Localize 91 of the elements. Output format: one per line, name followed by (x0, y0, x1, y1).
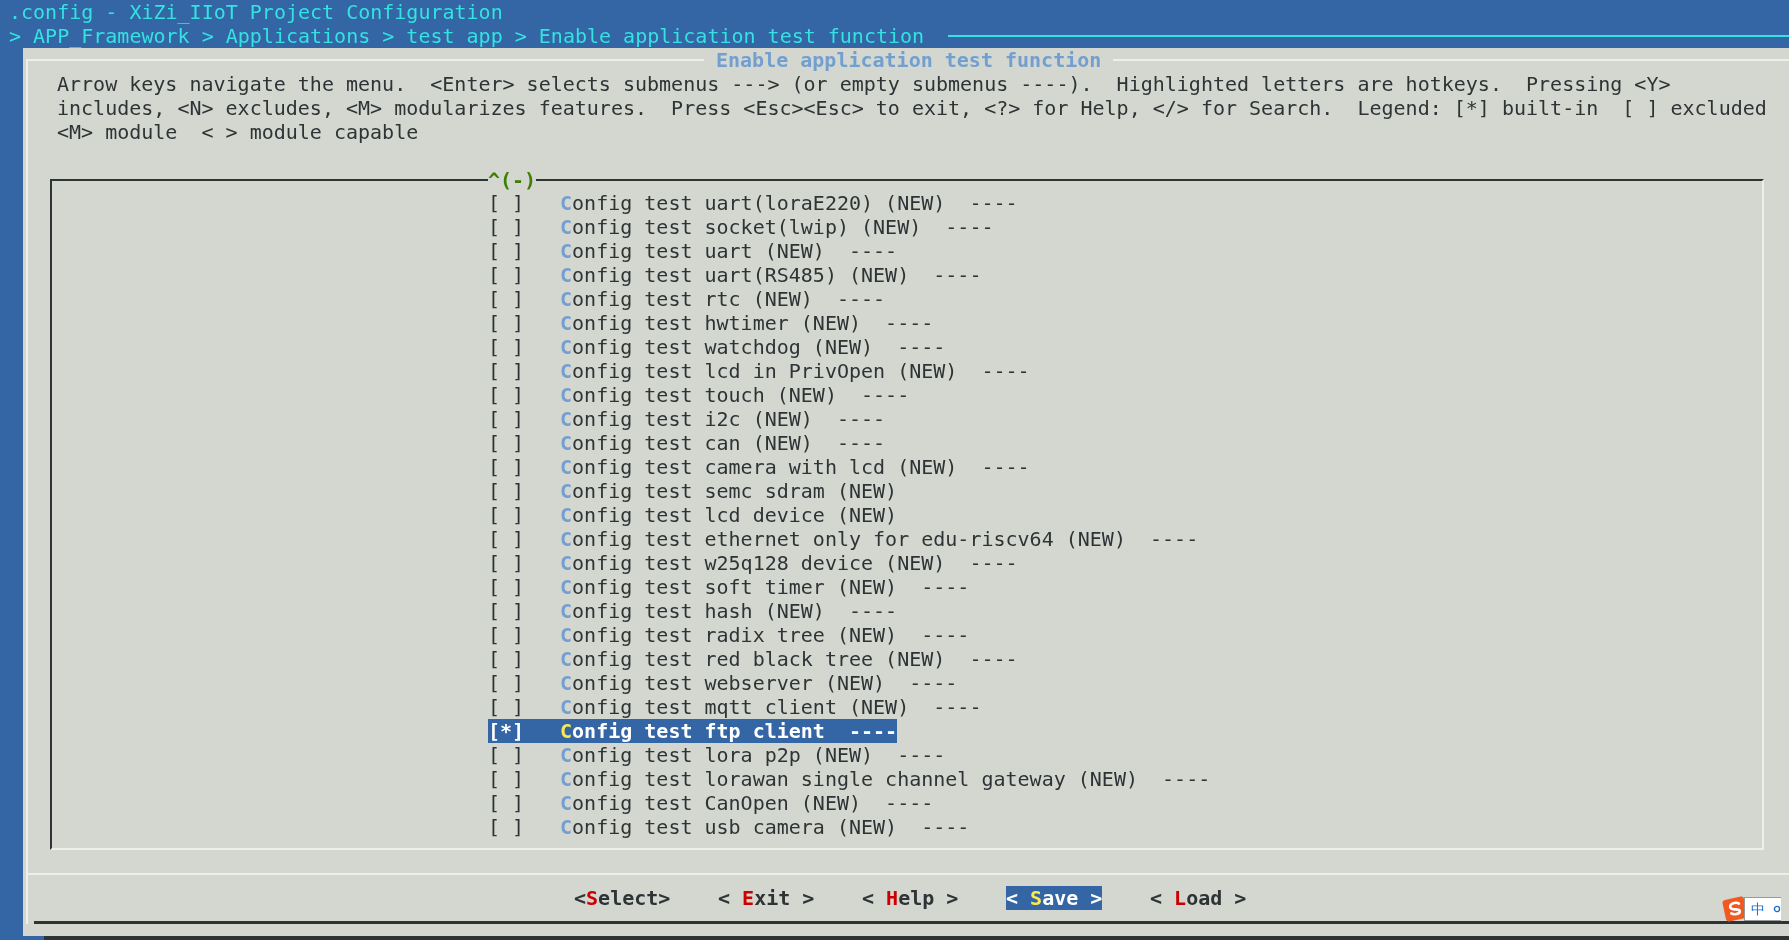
checkbox[interactable]: [ ] (488, 191, 524, 216)
checkbox[interactable]: [ ] (488, 359, 524, 384)
checkbox[interactable]: [ ] (488, 623, 524, 648)
checkbox[interactable]: [ ] (488, 647, 524, 672)
checkbox[interactable]: [ ] (488, 383, 524, 408)
menu-item[interactable]: [ ] Config test ethernet only for edu-riscv64 (NEW) ---- (488, 527, 1199, 552)
item-label: Config test semc sdram (NEW) (560, 479, 898, 504)
checkbox[interactable]: [ ] (488, 239, 524, 264)
menu-item[interactable]: [ ] Config test i2c (NEW) ---- (488, 407, 886, 432)
menu-item[interactable]: [*] Config test ftp client ---- (488, 719, 898, 744)
window-title: .config - XiZi_IIoT Project Configuration (8, 0, 504, 24)
checkbox[interactable]: [ ] (488, 695, 524, 720)
dialog-button[interactable]: < Save > (1006, 886, 1103, 911)
checkbox[interactable]: [ ] (488, 671, 524, 696)
menu-item[interactable]: [ ] Config test uart(loraE220) (NEW) ---- (488, 191, 1018, 216)
dialog-button[interactable]: < Load > (1150, 886, 1247, 911)
item-label: Config test ethernet only for edu-riscv64 (NEW) ---- (560, 527, 1199, 552)
menu-item[interactable]: [ ] Config test uart (NEW) ---- (488, 239, 898, 264)
item-label: Config test usb camera (NEW) ---- (560, 815, 970, 840)
item-label: Config test rtc (NEW) ---- (560, 287, 886, 312)
checkbox[interactable]: [ ] (488, 335, 524, 360)
menu-item[interactable]: [ ] Config test lorawan single channel gateway (NEW) ---- (488, 767, 1211, 792)
item-label: Config test red black tree (NEW) ---- (560, 647, 1018, 672)
checkbox[interactable]: [ ] (488, 599, 524, 624)
menu-item[interactable]: [ ] Config test lcd device (NEW) (488, 503, 898, 528)
dialog-button[interactable]: < Exit > (718, 886, 815, 911)
item-label: Config test i2c (NEW) ---- (560, 407, 886, 432)
menu-item[interactable]: [ ] Config test touch (NEW) ---- (488, 383, 910, 408)
item-label: Config test socket(lwip) (NEW) ---- (560, 215, 994, 240)
menu-item[interactable]: [ ] Config test hash (NEW) ---- (488, 599, 898, 624)
menu-item[interactable]: [ ] Config test camera with lcd (NEW) ---- (488, 455, 1030, 480)
menu-item[interactable]: [ ] Config test soft timer (NEW) ---- (488, 575, 970, 600)
checkbox[interactable]: [ ] (488, 551, 524, 576)
item-label: Config test uart(loraE220) (NEW) ---- (560, 191, 1018, 216)
menu-item[interactable]: [ ] Config test hwtimer (NEW) ---- (488, 311, 934, 336)
checkbox[interactable]: [ ] (488, 503, 524, 528)
item-label: Config test lcd device (NEW) (560, 503, 898, 528)
menu-item[interactable]: [ ] Config test rtc (NEW) ---- (488, 287, 886, 312)
menu-item[interactable]: [ ] Config test mqtt client (NEW) ---- (488, 695, 982, 720)
menu-item[interactable]: [ ] Config test red black tree (NEW) ---- (488, 647, 1018, 672)
help-text: Arrow keys navigate the menu. <Enter> selects submenus ---> (or empty submenus ----). Highlighted letters are hotkeys. Pressing <Y> includes, <N> excludes, <M> modularizes features. Press <Esc><Esc> to exit, <?> for Help, </> for Search. Legend: [*] built-in [ ] excluded <M> module < > module capable (57, 72, 1768, 146)
checkbox[interactable]: [ ] (488, 431, 524, 456)
checkbox[interactable]: [ ] (488, 479, 524, 504)
item-label: Config test uart(RS485) (NEW) ---- (560, 263, 982, 288)
item-label: Config test watchdog (NEW) ---- (560, 335, 946, 360)
item-label: Config test w25q128 device (NEW) ---- (560, 551, 1018, 576)
menu-item[interactable]: [ ] Config test semc sdram (NEW) (488, 479, 898, 504)
menu-item[interactable]: [ ] Config test w25q128 device (NEW) ---- (488, 551, 1018, 576)
checkbox[interactable]: [ ] (488, 575, 524, 600)
item-label: Config test webserver (NEW) ---- (560, 671, 958, 696)
item-label: Config test lorawan single channel gateway (NEW) ---- (560, 767, 1211, 792)
checkbox[interactable]: [ ] (488, 215, 524, 240)
item-label: Config test soft timer (NEW) ---- (560, 575, 970, 600)
menu-item[interactable]: [ ] Config test watchdog (NEW) ---- (488, 335, 946, 360)
item-label: Config test camera with lcd (NEW) ---- (560, 455, 1030, 480)
menu-item[interactable]: [ ] Config test lora p2p (NEW) ---- (488, 743, 946, 768)
menu-item[interactable]: [ ] Config test uart(RS485) (NEW) ---- (488, 263, 982, 288)
breadcrumb: > APP_Framework > Applications > test app > Enable application test function (9, 24, 925, 48)
checkbox[interactable]: [ ] (488, 287, 524, 312)
checkbox[interactable]: [ ] (488, 815, 524, 840)
item-label: Config test ftp client ---- (560, 719, 898, 744)
menu-item[interactable]: [ ] Config test socket(lwip) (NEW) ---- (488, 215, 994, 240)
menu-item[interactable]: [ ] Config test webserver (NEW) ---- (488, 671, 958, 696)
checkbox[interactable]: [ ] (488, 527, 524, 552)
dialog-button[interactable]: <Select> (574, 886, 671, 911)
item-label: Config test uart (NEW) ---- (560, 239, 898, 264)
menu-item[interactable]: [ ] Config test lcd in PrivOpen (NEW) ---- (488, 359, 1030, 384)
item-label: Config test mqtt client (NEW) ---- (560, 695, 982, 720)
menu-item[interactable]: [ ] Config test usb camera (NEW) ---- (488, 815, 970, 840)
item-label: Config test lcd in PrivOpen (NEW) ---- (560, 359, 1030, 384)
dialog-button[interactable]: < Help > (862, 886, 959, 911)
checkbox[interactable]: [ ] (488, 407, 524, 432)
checkbox[interactable]: [ ] (488, 791, 524, 816)
item-label: Config test radix tree (NEW) ---- (560, 623, 970, 648)
menu-item[interactable]: [ ] Config test radix tree (NEW) ---- (488, 623, 970, 648)
checkbox[interactable]: [ ] (488, 263, 524, 288)
checkbox[interactable]: [ ] (488, 743, 524, 768)
input-mode-label: 中 (1751, 900, 1765, 919)
item-label: Config test can (NEW) ---- (560, 431, 886, 456)
circle-icon (1773, 905, 1781, 913)
item-label: Config test lora p2p (NEW) ---- (560, 743, 946, 768)
checkbox[interactable]: [ ] (488, 311, 524, 336)
item-label: Config test hash (NEW) ---- (560, 599, 898, 624)
menu-item[interactable]: [ ] Config test CanOpen (NEW) ---- (488, 791, 934, 816)
menu-item[interactable]: [ ] Config test can (NEW) ---- (488, 431, 886, 456)
item-label: Config test hwtimer (NEW) ---- (560, 311, 934, 336)
checkbox[interactable]: [ ] (488, 455, 524, 480)
item-label: Config test CanOpen (NEW) ---- (560, 791, 934, 816)
checkbox[interactable]: [ ] (488, 767, 524, 792)
checkbox[interactable]: [*] (488, 719, 524, 744)
item-label: Config test touch (NEW) ---- (560, 383, 910, 408)
